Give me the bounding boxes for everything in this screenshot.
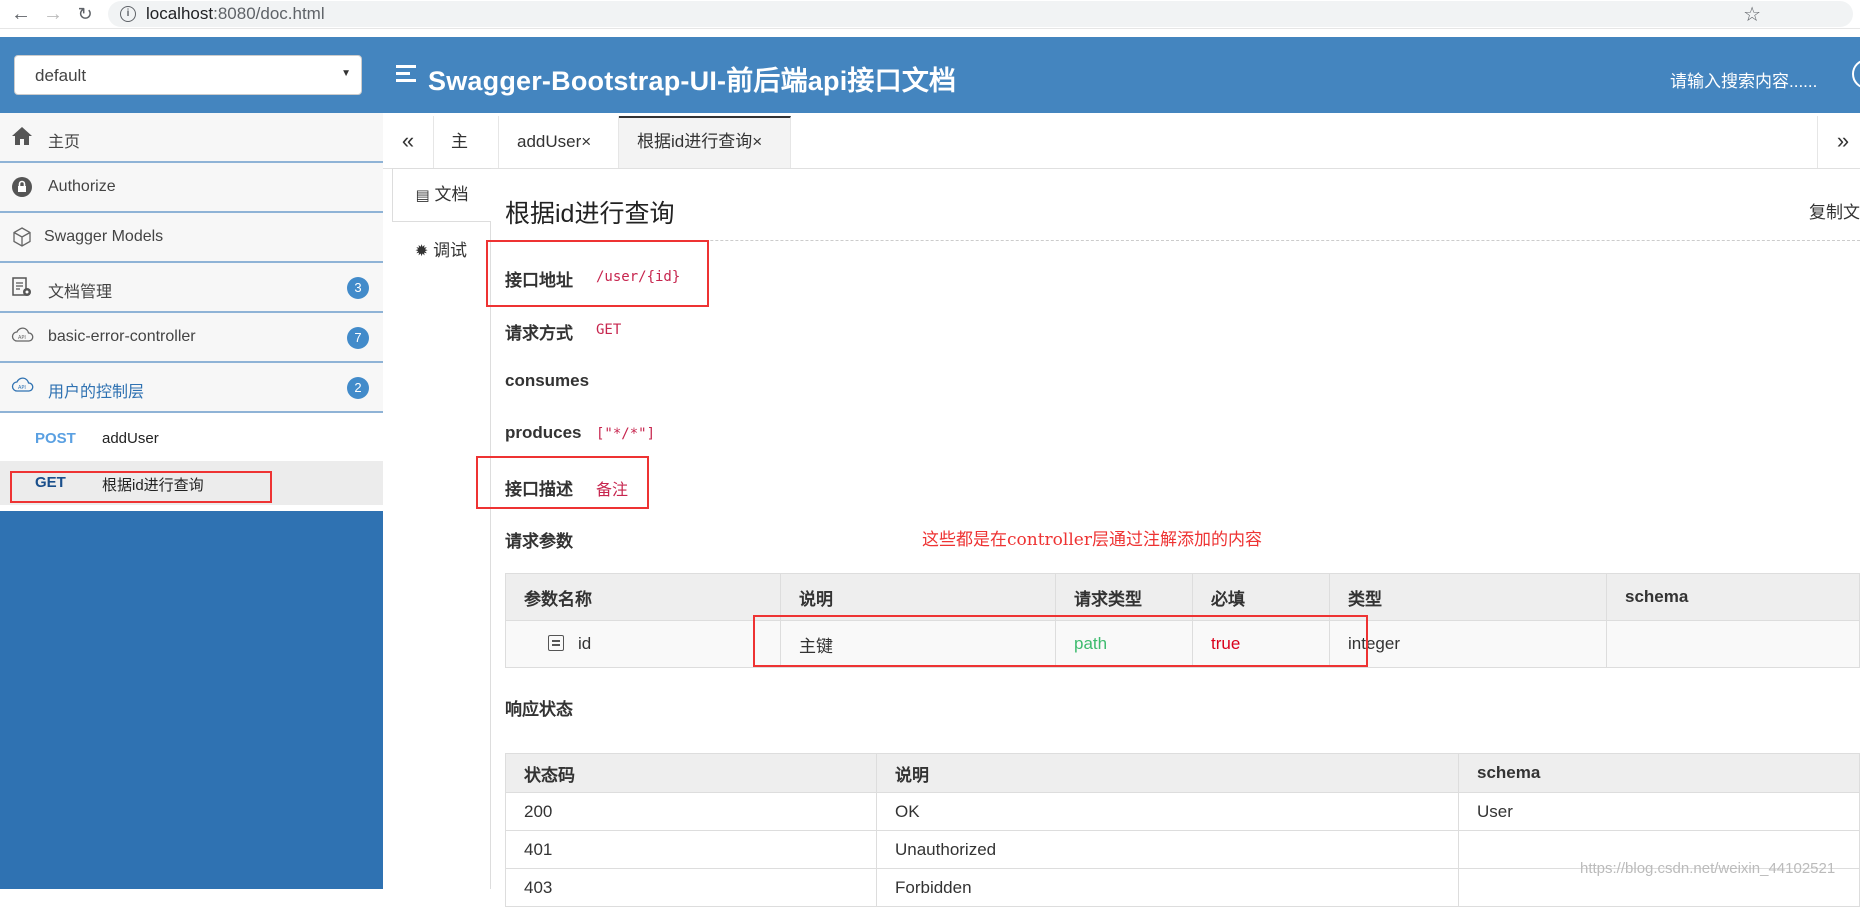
highlight-box: [486, 240, 709, 307]
cloud-api-icon: API: [11, 326, 34, 348]
table-header-row: 参数名称 说明 请求类型 必填 类型 schema: [505, 573, 1860, 621]
sidebar-item-basic-error-controller[interactable]: API basic-error-controller 7: [0, 313, 383, 363]
copy-doc-button[interactable]: 复制文: [1809, 198, 1860, 223]
forward-arrow-icon[interactable]: →: [42, 3, 64, 25]
table-row: 200 OK User: [505, 792, 1860, 831]
sidebar-item-authorize[interactable]: Authorize: [0, 163, 383, 213]
back-arrow-icon[interactable]: ←: [10, 3, 32, 25]
cube-icon: [11, 226, 33, 248]
params-label: 请求参数: [505, 532, 573, 551]
search-input[interactable]: 请输入搜索内容......: [1670, 67, 1817, 92]
bug-icon: ✹: [414, 243, 429, 260]
doc-settings-icon: [11, 276, 33, 298]
sidebar-item-home[interactable]: 主页: [0, 113, 383, 163]
page-title: 根据id进行查询: [505, 200, 675, 228]
chevron-down-icon: ▼: [341, 68, 351, 79]
highlight-box: [753, 615, 1368, 667]
svg-text:API: API: [18, 335, 26, 341]
reload-icon[interactable]: ↻: [74, 3, 96, 25]
browser-toolbar: ← → ↻ i localhost:8080/doc.html ☆: [0, 0, 1860, 29]
subtab-doc[interactable]: ▤ 文档: [392, 168, 491, 222]
tab-bar: « 主页 addUser× 根据id进行查询× »: [383, 116, 1860, 203]
method-label: 请求方式: [505, 324, 573, 343]
tab-get-by-id[interactable]: 根据id进行查询×: [619, 116, 791, 168]
response-label: 响应状态: [505, 700, 573, 719]
count-badge: 7: [347, 327, 369, 349]
menu-toggle-icon[interactable]: [396, 61, 418, 87]
url-text[interactable]: localhost:8080/doc.html: [146, 4, 325, 24]
tab-home[interactable]: 主页: [433, 116, 499, 203]
sidebar-menu: 主页 Authorize Swagger Models 文档管理 3 API b…: [0, 113, 383, 511]
user-icon[interactable]: [1852, 59, 1860, 89]
app-header: default ▼ Swagger-Bootstrap-UI-前后端api接口文…: [0, 37, 1860, 113]
group-select-value: default: [35, 66, 87, 85]
list-icon: [548, 635, 564, 651]
api-name: addUser: [102, 430, 159, 447]
tabs-scroll-right-icon[interactable]: »: [1817, 116, 1860, 168]
count-badge: 2: [347, 377, 369, 399]
sidebar-item-doc-management[interactable]: 文档管理 3: [0, 263, 383, 313]
response-table: 状态码 说明 schema 200 OK User 401 Unauthoriz…: [505, 753, 1860, 907]
info-icon[interactable]: i: [120, 6, 136, 22]
table-header-row: 状态码 说明 schema: [505, 753, 1860, 793]
produces-value: ["*/*"]: [596, 426, 656, 442]
divider: [490, 222, 491, 889]
highlight-box: [476, 456, 649, 509]
sidebar-item-user-controller[interactable]: API 用户的控制层 2: [0, 363, 383, 413]
sidebar: 主页 Authorize Swagger Models 文档管理 3 API b…: [0, 113, 383, 889]
method-value: GET: [596, 322, 622, 338]
subtab-debug[interactable]: ✹ 调试: [392, 225, 490, 277]
count-badge: 3: [347, 277, 369, 299]
produces-label: produces: [505, 423, 582, 442]
app-title: Swagger-Bootstrap-UI-前后端api接口文档: [428, 66, 957, 96]
home-icon: [11, 126, 33, 148]
watermark: https://blog.csdn.net/weixin_44102521: [1580, 860, 1836, 877]
highlight-box: [10, 471, 272, 503]
tabs-scroll-left-icon[interactable]: «: [383, 116, 434, 168]
api-item-adduser[interactable]: POST addUser: [0, 417, 383, 461]
sidebar-item-swagger-models[interactable]: Swagger Models: [0, 213, 383, 263]
file-icon: ▤: [415, 187, 430, 204]
cloud-api-icon: API: [11, 376, 34, 398]
tab-adduser[interactable]: addUser×: [499, 116, 619, 168]
group-select[interactable]: default ▼: [14, 55, 362, 95]
lock-icon: [11, 176, 33, 198]
annotation-text: 这些都是在controller层通过注解添加的内容: [922, 530, 1262, 550]
svg-text:API: API: [18, 385, 26, 391]
address-bar[interactable]: i localhost:8080/doc.html ☆: [108, 1, 1853, 27]
method-badge: POST: [35, 430, 76, 447]
consumes-label: consumes: [505, 371, 590, 390]
bookmark-star-icon[interactable]: ☆: [1743, 2, 1761, 27]
